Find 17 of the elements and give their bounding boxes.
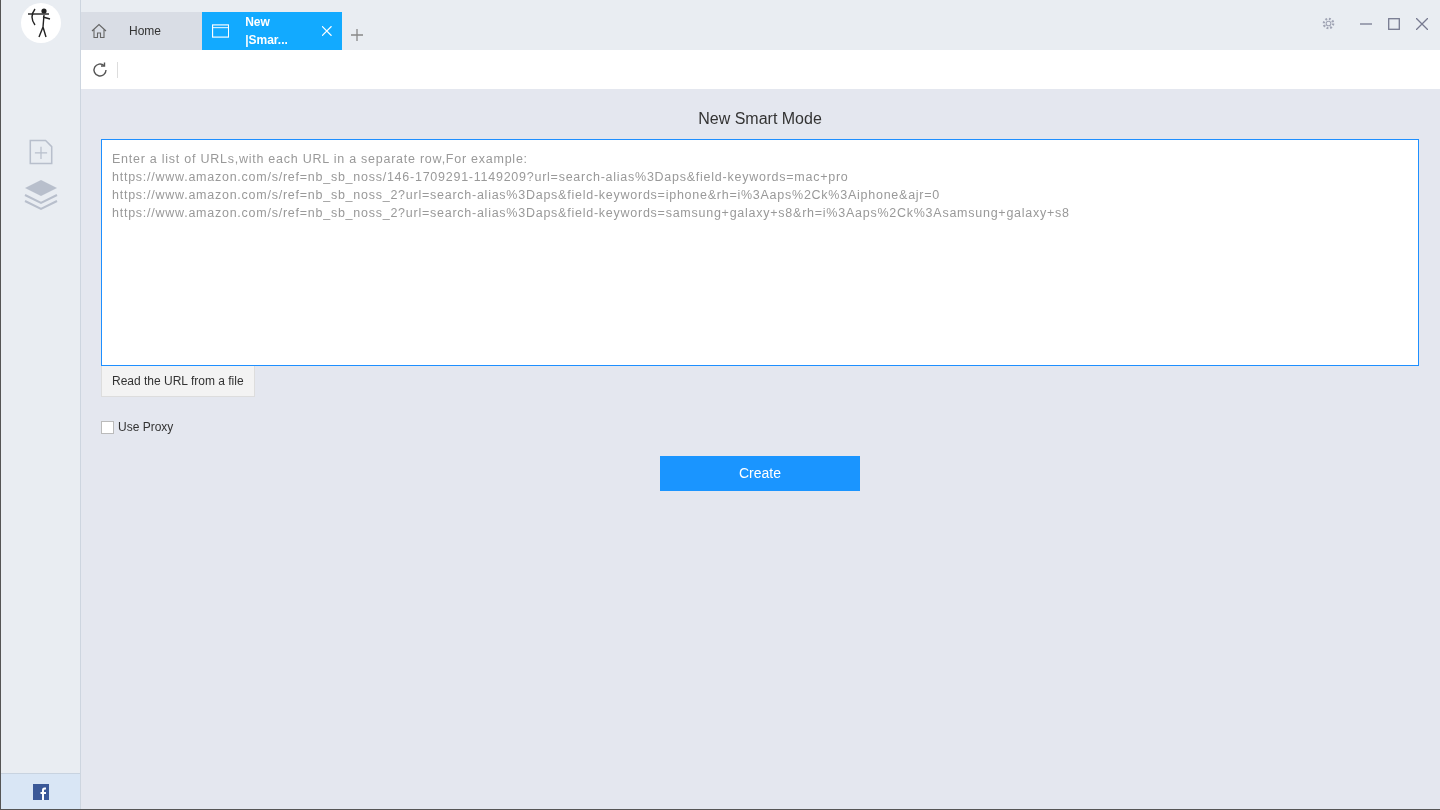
- use-proxy-checkbox[interactable]: [101, 420, 114, 434]
- tab[interactable]: Home: [81, 12, 202, 50]
- refresh-icon[interactable]: [91, 60, 109, 79]
- window-icon: [212, 24, 230, 38]
- home-icon: [91, 23, 107, 39]
- page-title: New Smart Mode: [697, 109, 823, 129]
- use-proxy-label: Use Proxy: [118, 419, 174, 436]
- archer-logo: [20, 3, 61, 43]
- url-input-field[interactable]: Enter a list of URLs,with each URL in a separate row,For example: https://www.amazon.com/s/ref=nb_sb_noss/146-1709291-1149209?url=search-alias%3Daps&field-keywords=mac+pro https://www.amazon.com/s/ref=nb_sb_noss_2?url=search-alias%3Daps&field-keywords=iphone&rh=i%3Aaps%2Ck%3Aiphone&ajr=0 https://www.amazon.com/s/ref=nb_sb_noss_2?url=search-alias%3Daps&field-keywords=samsung+galaxy+s8&rh=i%3Aaps%2Ck%3Asamsung+galaxy+s8: [101, 139, 1419, 366]
- read-file-button[interactable]: Read the URL from a file: [101, 366, 255, 397]
- settings-icon[interactable]: [1321, 16, 1336, 31]
- facebook-icon[interactable]: [32, 783, 49, 800]
- maximize-icon[interactable]: [1388, 17, 1400, 30]
- close-icon[interactable]: [1416, 17, 1428, 30]
- close-tab-icon[interactable]: [322, 26, 332, 36]
- layers-icon[interactable]: [23, 179, 58, 211]
- new-tab-icon[interactable]: [350, 28, 364, 42]
